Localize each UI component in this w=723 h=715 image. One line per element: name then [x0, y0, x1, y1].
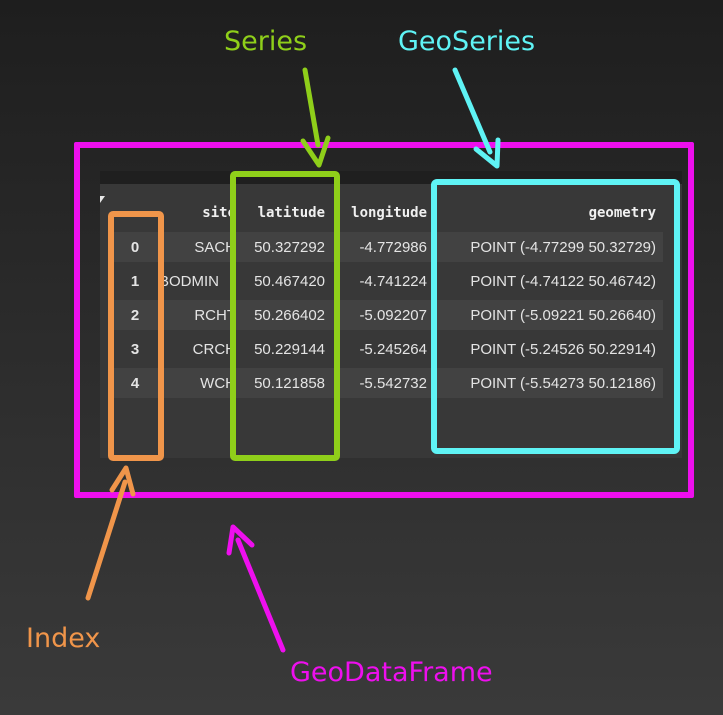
index-arrow [85, 479, 128, 601]
geoseries-arrow [452, 67, 493, 155]
geodataframe-arrow [235, 537, 286, 653]
callout-arrows [85, 67, 501, 653]
series-arrow [302, 67, 321, 148]
